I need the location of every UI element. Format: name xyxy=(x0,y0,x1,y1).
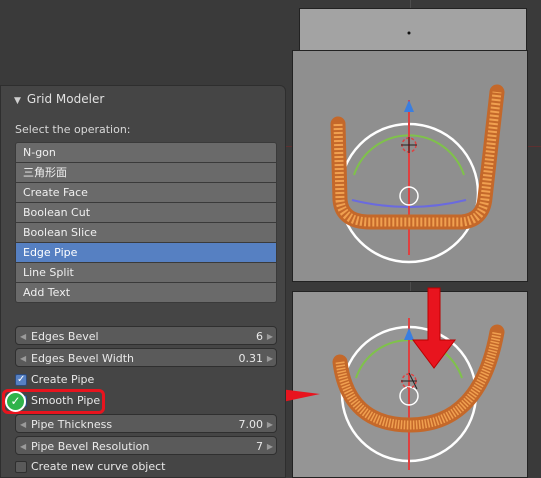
increment-arrow-icon[interactable]: ▶ xyxy=(267,349,273,368)
create-new-curve-label: Create new curve object xyxy=(31,460,166,473)
green-check-icon: ✓ xyxy=(5,391,26,412)
operation-list: N-gon 三角形面 Create Face Boolean Cut Boole… xyxy=(15,142,277,303)
pipe-bevel-resolution-field[interactable]: ◀ Pipe Bevel Resolution 7 ▶ xyxy=(15,436,277,455)
op-add-text[interactable]: Add Text xyxy=(15,283,277,303)
op-create-face[interactable]: Create Face xyxy=(15,183,277,203)
op-boolean-cut[interactable]: Boolean Cut xyxy=(15,203,277,223)
op-edge-pipe[interactable]: Edge Pipe xyxy=(15,243,277,263)
edges-bevel-width-label: Edges Bevel Width xyxy=(31,352,135,365)
decrement-arrow-icon[interactable]: ◀ xyxy=(20,327,26,346)
pipe-thickness-value: 7.00 xyxy=(238,418,264,431)
op-line-split[interactable]: Line Split xyxy=(15,263,277,283)
op-triangle-face[interactable]: 三角形面 xyxy=(15,163,277,183)
checkbox-checked-icon[interactable] xyxy=(15,372,27,388)
op-boolean-slice[interactable]: Boolean Slice xyxy=(15,223,277,243)
panel-title: Grid Modeler xyxy=(26,92,105,106)
grid-modeler-panel: ▼ Grid Modeler Select the operation: N-go… xyxy=(0,85,286,478)
edges-bevel-width-value: 0.31 xyxy=(238,352,264,365)
increment-arrow-icon[interactable]: ▶ xyxy=(267,327,273,346)
panel-header[interactable]: ▼ Grid Modeler xyxy=(14,92,104,106)
pipe-thickness-field[interactable]: ◀ Pipe Thickness 7.00 ▶ xyxy=(15,414,277,433)
operation-label: Select the operation: xyxy=(15,123,131,136)
decrement-arrow-icon[interactable]: ◀ xyxy=(20,415,26,434)
op-ngon[interactable]: N-gon xyxy=(15,142,277,163)
decrement-arrow-icon[interactable]: ◀ xyxy=(20,437,26,456)
decrement-arrow-icon[interactable]: ◀ xyxy=(20,349,26,368)
increment-arrow-icon[interactable]: ▶ xyxy=(267,415,273,434)
edges-bevel-label: Edges Bevel xyxy=(31,330,99,343)
edges-bevel-width-field[interactable]: ◀ Edges Bevel Width 0.31 ▶ xyxy=(15,348,277,367)
increment-arrow-icon[interactable]: ▶ xyxy=(267,437,273,456)
create-pipe-label: Create Pipe xyxy=(31,373,95,386)
pipe-bevel-resolution-label: Pipe Bevel Resolution xyxy=(31,440,150,453)
edges-bevel-value: 6 xyxy=(256,330,263,343)
pipe-bevel-resolution-value: 7 xyxy=(256,440,263,453)
checkbox-unchecked-icon[interactable] xyxy=(15,461,27,473)
collapse-triangle-icon[interactable]: ▼ xyxy=(14,96,21,106)
edges-bevel-field[interactable]: ◀ Edges Bevel 6 ▶ xyxy=(15,326,277,345)
pipe-thickness-label: Pipe Thickness xyxy=(31,418,113,431)
